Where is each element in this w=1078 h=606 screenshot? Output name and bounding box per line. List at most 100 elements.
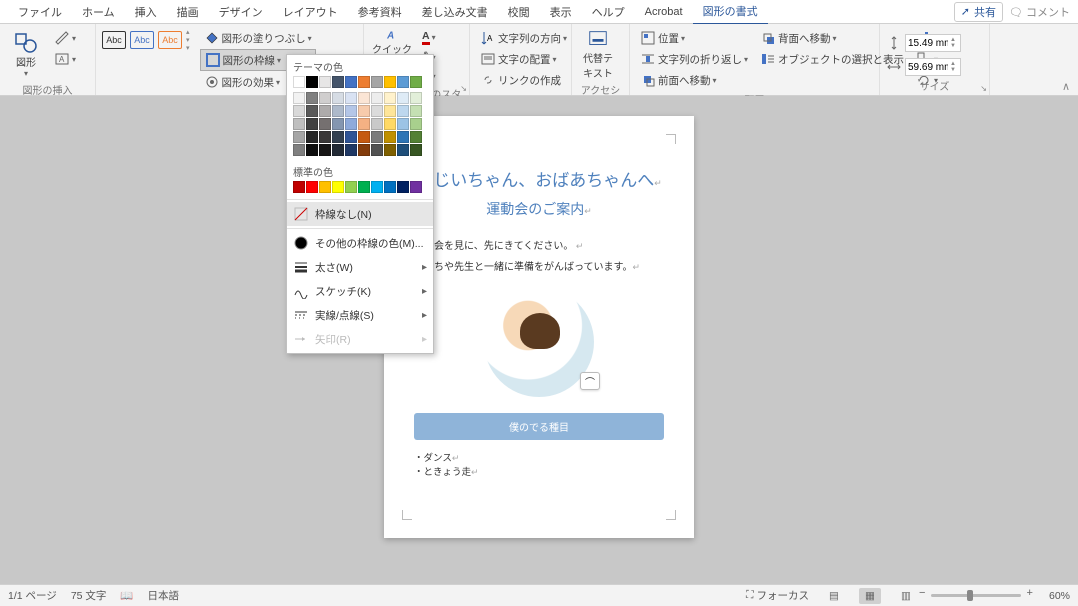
- color-swatch[interactable]: [293, 181, 305, 193]
- wrap-text-button[interactable]: 文字列の折り返し▾: [636, 49, 752, 69]
- doc-body-1[interactable]: 運動会を見に、先にきてください。 ↵: [414, 237, 664, 252]
- color-swatch[interactable]: [371, 118, 383, 130]
- tab-layout[interactable]: レイアウト: [273, 0, 348, 24]
- alt-text-button[interactable]: 代替テ キスト: [578, 28, 618, 80]
- color-swatch[interactable]: [384, 131, 396, 143]
- shape-width-input[interactable]: ▲▼: [905, 58, 961, 76]
- color-swatch[interactable]: [384, 105, 396, 117]
- tab-design[interactable]: デザイン: [209, 0, 273, 24]
- color-swatch[interactable]: [345, 181, 357, 193]
- text-fill-button[interactable]: A▾: [418, 28, 440, 47]
- color-swatch[interactable]: [358, 131, 370, 143]
- color-swatch[interactable]: [397, 92, 409, 104]
- create-link-button[interactable]: リンクの作成: [476, 70, 571, 90]
- tab-references[interactable]: 参考資料: [348, 0, 412, 24]
- color-swatch[interactable]: [293, 118, 305, 130]
- gallery-up-icon[interactable]: ▴: [186, 28, 190, 36]
- color-swatch[interactable]: [306, 118, 318, 130]
- no-outline-item[interactable]: 枠線なし(N): [287, 202, 433, 226]
- color-swatch[interactable]: [371, 105, 383, 117]
- tab-shape-format[interactable]: 図形の書式: [693, 0, 768, 25]
- doc-heading-2[interactable]: 運動会のご案内↵: [414, 199, 664, 219]
- color-swatch[interactable]: [345, 144, 357, 156]
- style-preset-1[interactable]: Abc: [102, 31, 126, 49]
- tab-file[interactable]: ファイル: [8, 0, 72, 24]
- color-swatch[interactable]: [332, 105, 344, 117]
- text-box-button[interactable]: A▾: [50, 49, 80, 69]
- focus-mode-button[interactable]: ⛶フォーカス: [746, 588, 809, 603]
- align-text-button[interactable]: 文字の配置▾: [476, 49, 571, 69]
- style-preset-3[interactable]: Abc: [158, 31, 182, 49]
- shapes-gallery-button[interactable]: 図形 ▾: [6, 28, 46, 80]
- color-swatch[interactable]: [319, 181, 331, 193]
- zoom-slider[interactable]: − +: [931, 594, 1021, 597]
- color-swatch[interactable]: [319, 118, 331, 130]
- doc-body-2[interactable]: 友だちや先生と一緒に準備をがんばっています。↵: [414, 258, 664, 273]
- tab-home[interactable]: ホーム: [72, 0, 125, 24]
- color-swatch[interactable]: [371, 76, 383, 88]
- shape-width-field[interactable]: [906, 62, 950, 73]
- shape-height-input[interactable]: ▲▼: [905, 34, 961, 52]
- color-swatch[interactable]: [293, 92, 305, 104]
- color-swatch[interactable]: [410, 131, 422, 143]
- color-swatch[interactable]: [371, 181, 383, 193]
- tab-view[interactable]: 表示: [540, 0, 582, 24]
- color-swatch[interactable]: [332, 131, 344, 143]
- wordart-launcher[interactable]: ↘: [460, 84, 467, 93]
- edit-shape-button[interactable]: ▾: [50, 28, 80, 48]
- color-swatch[interactable]: [358, 92, 370, 104]
- spinner-down-icon[interactable]: ▼: [950, 43, 960, 49]
- color-swatch[interactable]: [410, 76, 422, 88]
- position-button[interactable]: 位置▾: [636, 28, 752, 48]
- zoom-in-button[interactable]: +: [1027, 587, 1033, 599]
- color-swatch[interactable]: [293, 105, 305, 117]
- spinner-down-icon[interactable]: ▼: [950, 67, 960, 73]
- collapse-ribbon-button[interactable]: ∧: [1062, 24, 1078, 95]
- tab-help[interactable]: ヘルプ: [582, 0, 635, 24]
- comment-button[interactable]: 🗨 コメント: [1009, 4, 1070, 20]
- doc-heading-1[interactable]: おじいちゃん、おばあちゃんへ↵: [414, 166, 664, 191]
- color-swatch[interactable]: [306, 92, 318, 104]
- color-swatch[interactable]: [358, 76, 370, 88]
- color-swatch[interactable]: [319, 131, 331, 143]
- shape-fill-button[interactable]: 図形の塗りつぶし▾: [200, 28, 316, 48]
- color-swatch[interactable]: [332, 144, 344, 156]
- style-preset-2[interactable]: Abc: [130, 31, 154, 49]
- tab-draw[interactable]: 描画: [167, 0, 209, 24]
- color-swatch[interactable]: [306, 131, 318, 143]
- bring-forward-button[interactable]: 前面へ移動▾: [636, 70, 752, 90]
- color-swatch[interactable]: [293, 144, 305, 156]
- color-swatch[interactable]: [410, 105, 422, 117]
- read-mode-button[interactable]: ▤: [823, 588, 845, 604]
- color-swatch[interactable]: [397, 105, 409, 117]
- color-swatch[interactable]: [358, 105, 370, 117]
- color-swatch[interactable]: [306, 181, 318, 193]
- color-swatch[interactable]: [397, 144, 409, 156]
- spellcheck-icon[interactable]: 📖: [120, 589, 133, 602]
- color-swatch[interactable]: [358, 144, 370, 156]
- doc-bullet-list[interactable]: ダンス↵ ときょう走↵: [414, 450, 664, 478]
- color-swatch[interactable]: [319, 92, 331, 104]
- color-swatch[interactable]: [371, 131, 383, 143]
- web-layout-button[interactable]: ▥: [895, 588, 917, 604]
- color-swatch[interactable]: [384, 118, 396, 130]
- zoom-out-button[interactable]: −: [919, 587, 925, 599]
- color-swatch[interactable]: [371, 92, 383, 104]
- weight-item[interactable]: 太さ(W)▸: [287, 255, 433, 279]
- size-launcher[interactable]: ↘: [980, 84, 987, 93]
- color-swatch[interactable]: [293, 76, 305, 88]
- more-colors-item[interactable]: その他の枠線の色(M)...: [287, 231, 433, 255]
- color-swatch[interactable]: [397, 76, 409, 88]
- color-swatch[interactable]: [371, 144, 383, 156]
- color-swatch[interactable]: [410, 118, 422, 130]
- color-swatch[interactable]: [384, 76, 396, 88]
- dashes-item[interactable]: 実線/点線(S)▸: [287, 303, 433, 327]
- gallery-down-icon[interactable]: ▾: [186, 36, 190, 44]
- color-swatch[interactable]: [332, 118, 344, 130]
- color-swatch[interactable]: [384, 181, 396, 193]
- color-swatch[interactable]: [358, 181, 370, 193]
- color-swatch[interactable]: [410, 92, 422, 104]
- text-direction-button[interactable]: A文字列の方向▾: [476, 28, 571, 48]
- zoom-level[interactable]: 60%: [1049, 590, 1070, 602]
- zoom-thumb[interactable]: [967, 590, 973, 601]
